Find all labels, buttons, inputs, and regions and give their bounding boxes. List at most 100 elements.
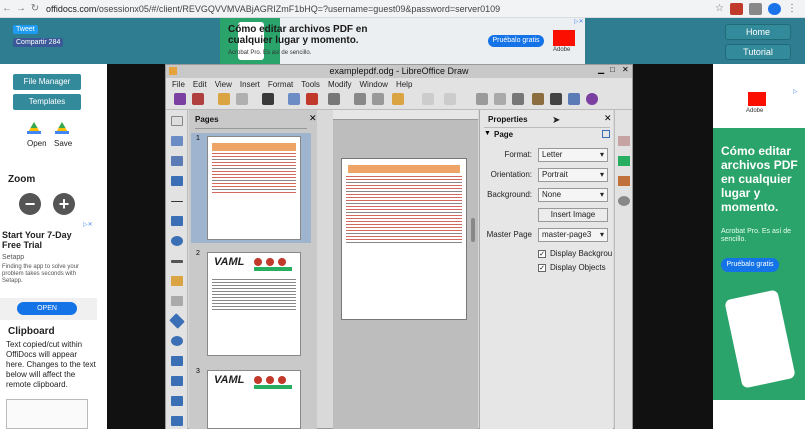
- text-box-icon[interactable]: [550, 93, 562, 105]
- curve-tool-icon[interactable]: [171, 276, 183, 286]
- ad-choices-icon[interactable]: ▷✕: [574, 18, 584, 25]
- properties-tab-icon[interactable]: [618, 136, 630, 146]
- address-field[interactable]: offidocs.com/osessionx05/#/client/REVGQV…: [46, 4, 500, 14]
- page-thumbnail[interactable]: VAML: [207, 370, 301, 429]
- pages-panel-close-icon[interactable]: ✕: [309, 113, 317, 124]
- ellipse-tool-icon[interactable]: [171, 236, 183, 246]
- flowchart-icon[interactable]: [171, 376, 183, 386]
- gallery-tab-icon[interactable]: [618, 176, 630, 186]
- zoom-out-button[interactable]: −: [19, 193, 41, 215]
- window-maximize-icon[interactable]: □: [610, 65, 615, 74]
- format-select[interactable]: Letter ▾: [538, 148, 608, 162]
- line-tool-icon[interactable]: [171, 201, 183, 202]
- right-ad-banner[interactable]: Adobe Cómo editar archivos PDF en cualqu…: [713, 88, 805, 400]
- menu-view[interactable]: View: [215, 80, 232, 89]
- right-ad-cta-button[interactable]: Pruébalo gratis: [721, 258, 779, 272]
- menu-format[interactable]: Format: [268, 80, 293, 89]
- google-drive-open-icon[interactable]: [27, 122, 41, 134]
- ad-choices-icon[interactable]: ▷: [793, 88, 798, 95]
- export-icon[interactable]: [288, 93, 300, 105]
- zoom-tool-icon[interactable]: [171, 136, 183, 146]
- paste-icon[interactable]: [372, 93, 384, 105]
- menu-tools[interactable]: Tools: [301, 80, 320, 89]
- navigator-tab-icon[interactable]: [618, 196, 630, 206]
- display-background-checkbox[interactable]: ✓: [538, 250, 546, 258]
- insert-image-icon[interactable]: [532, 93, 544, 105]
- master-page-select[interactable]: master-page3 ▾: [538, 228, 608, 242]
- clone-formatting-icon[interactable]: [392, 93, 404, 105]
- left-ad[interactable]: Start Your 7-Day Free Trial Setapp Findi…: [0, 220, 97, 298]
- connector-tool-icon[interactable]: [171, 296, 183, 306]
- home-button[interactable]: Home: [725, 24, 791, 40]
- extension-icon[interactable]: [749, 2, 762, 15]
- redo-icon[interactable]: [444, 93, 456, 105]
- drawing-canvas[interactable]: [333, 110, 478, 429]
- zoom-pan-icon[interactable]: [512, 93, 524, 105]
- open-folder-icon[interactable]: [218, 93, 230, 105]
- helplines-icon[interactable]: [494, 93, 506, 105]
- templates-button[interactable]: Templates: [13, 94, 81, 110]
- ad-choices-icon[interactable]: ▷✕: [83, 221, 93, 228]
- text-tool-icon[interactable]: [171, 156, 183, 166]
- menu-insert[interactable]: Insert: [240, 80, 260, 89]
- undo-icon[interactable]: [422, 93, 434, 105]
- export-pdf-icon[interactable]: [306, 93, 318, 105]
- menu-edit[interactable]: Edit: [193, 80, 207, 89]
- symbol-shapes-icon[interactable]: [171, 336, 183, 346]
- file-manager-button[interactable]: File Manager: [13, 74, 81, 90]
- open-label[interactable]: Open: [27, 139, 47, 148]
- callouts-icon[interactable]: [171, 396, 183, 406]
- styles-tab-icon[interactable]: [618, 156, 630, 166]
- clipboard-textarea[interactable]: [6, 399, 88, 429]
- menu-file[interactable]: File: [172, 80, 185, 89]
- grid-icon[interactable]: [476, 93, 488, 105]
- page-thumbnail[interactable]: [207, 136, 301, 240]
- display-objects-checkbox[interactable]: ✓: [538, 264, 546, 272]
- orientation-select[interactable]: Portrait ▾: [538, 168, 608, 182]
- browser-menu-icon[interactable]: ⋮: [787, 3, 797, 14]
- tweet-button[interactable]: Tweet: [13, 25, 38, 34]
- ad-cta-button[interactable]: Pruébalo gratis: [488, 35, 544, 47]
- menu-modify[interactable]: Modify: [328, 80, 352, 89]
- left-ad-open-button[interactable]: OPEN: [17, 302, 77, 315]
- rectangle-tool-icon[interactable]: [171, 216, 183, 226]
- google-drive-save-icon[interactable]: [55, 122, 69, 134]
- save-icon[interactable]: [262, 93, 274, 105]
- window-minimize-icon[interactable]: ▁: [598, 65, 604, 74]
- background-select[interactable]: None ▾: [538, 188, 608, 202]
- page-thumbnail[interactable]: VAML: [207, 252, 301, 356]
- more-options-icon[interactable]: [602, 130, 610, 138]
- save-label[interactable]: Save: [54, 139, 72, 148]
- formula-icon[interactable]: [174, 93, 186, 105]
- vertical-scrollbar[interactable]: [471, 218, 475, 242]
- extension-icon[interactable]: [730, 2, 743, 15]
- insert-image-button[interactable]: Insert Image: [538, 208, 608, 222]
- collapse-arrow-icon[interactable]: ▼: [484, 130, 491, 137]
- back-icon[interactable]: ←: [0, 3, 14, 14]
- menu-window[interactable]: Window: [360, 80, 388, 89]
- profile-avatar[interactable]: [768, 2, 781, 15]
- properties-close-icon[interactable]: ✕: [604, 113, 612, 124]
- cut-icon[interactable]: [192, 93, 204, 105]
- fontwork-icon[interactable]: [171, 176, 183, 186]
- document-page[interactable]: [341, 158, 467, 320]
- top-ad-banner[interactable]: Cómo editar archivos PDF en cualquier lu…: [220, 18, 585, 64]
- bookmark-star-icon[interactable]: ☆: [715, 3, 724, 14]
- tutorial-button[interactable]: Tutorial: [725, 44, 791, 60]
- window-close-icon[interactable]: ✕: [622, 65, 629, 74]
- reload-icon[interactable]: ↻: [28, 3, 42, 14]
- facebook-share-button[interactable]: Compartir 284: [13, 38, 64, 47]
- special-character-icon[interactable]: [568, 93, 580, 105]
- basic-shapes-icon[interactable]: [169, 313, 185, 329]
- rotate-icon[interactable]: [586, 93, 598, 105]
- print-icon[interactable]: [328, 93, 340, 105]
- arrow-line-icon[interactable]: [171, 260, 183, 263]
- copy-icon[interactable]: [354, 93, 366, 105]
- block-arrows-icon[interactable]: [171, 356, 183, 366]
- menu-help[interactable]: Help: [396, 80, 412, 89]
- templates-icon[interactable]: [236, 93, 248, 105]
- zoom-in-button[interactable]: +: [53, 193, 75, 215]
- select-tool-icon[interactable]: [171, 116, 183, 126]
- forward-icon[interactable]: →: [14, 3, 28, 14]
- stars-icon[interactable]: [171, 416, 183, 426]
